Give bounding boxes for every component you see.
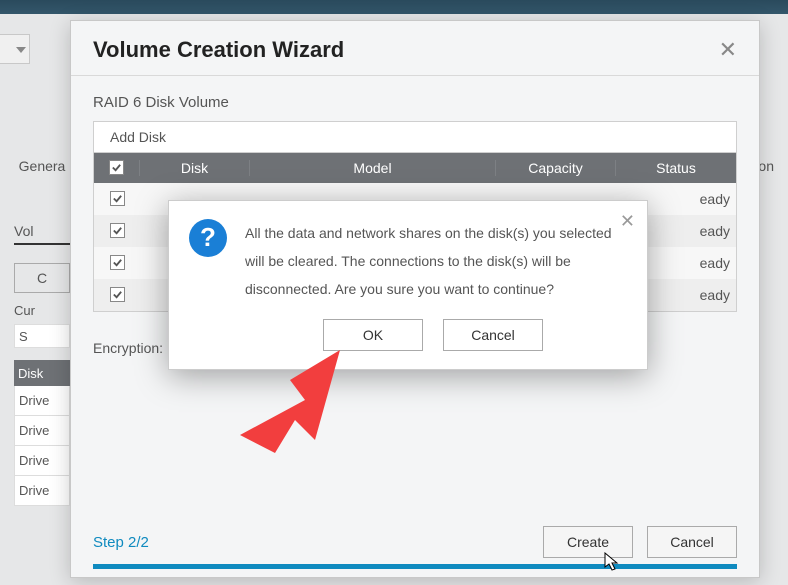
confirm-dialog: ✕ ? All the data and network shares on t… (168, 200, 648, 370)
wizard-progress-bar (93, 564, 737, 569)
header-checkbox-cell[interactable] (94, 160, 140, 176)
row-checkbox-cell[interactable] (94, 191, 140, 207)
col-status-header: Status (616, 160, 736, 176)
confirm-cancel-button[interactable]: Cancel (443, 319, 543, 351)
checkbox-icon[interactable] (110, 255, 125, 270)
row-checkbox-cell[interactable] (94, 287, 140, 303)
bg-drive-row: Drive (14, 416, 70, 446)
step-indicator: Step 2/2 (93, 534, 149, 551)
wizard-footer: Step 2/2 Create Cancel (71, 516, 759, 577)
bg-disk-header: Disk (14, 360, 70, 386)
question-icon: ? (189, 219, 227, 257)
checkbox-icon[interactable] (110, 223, 125, 238)
bg-drive-row: Drive (14, 476, 70, 506)
confirm-message: All the data and network shares on the d… (245, 219, 627, 303)
wizard-close-icon[interactable]: ✕ (719, 39, 737, 61)
bg-drive-row: Drive (14, 446, 70, 476)
row-checkbox-cell[interactable] (94, 223, 140, 239)
bg-general-label: Genera (14, 158, 70, 174)
bg-s-row: S (14, 324, 70, 348)
col-model-header: Model (250, 160, 496, 176)
wizard-title: Volume Creation Wizard (93, 37, 344, 63)
os-titlebar (0, 0, 788, 14)
checkbox-icon[interactable] (110, 191, 125, 206)
checkbox-icon[interactable] (109, 160, 124, 175)
col-disk-header: Disk (140, 160, 250, 176)
disk-table-header: Disk Model Capacity Status (94, 153, 736, 183)
add-disk-label: Add Disk (94, 122, 736, 153)
create-button[interactable]: Create (543, 526, 633, 558)
bg-c-button[interactable]: C (14, 263, 70, 293)
cancel-button[interactable]: Cancel (647, 526, 737, 558)
row-checkbox-cell[interactable] (94, 255, 140, 271)
bg-cur-label: Cur (14, 303, 70, 318)
confirm-ok-button[interactable]: OK (323, 319, 423, 351)
bg-drive-row: Drive (14, 386, 70, 416)
bg-toolbar-dropdown[interactable] (0, 34, 30, 64)
confirm-close-icon[interactable]: ✕ (620, 211, 635, 232)
bg-volume-tab[interactable]: Vol (14, 219, 70, 245)
col-capacity-header: Capacity (496, 160, 616, 176)
wizard-header: Volume Creation Wizard ✕ (71, 21, 759, 76)
checkbox-icon[interactable] (110, 287, 125, 302)
bg-left-panel: Genera Vol C Cur S Disk Drive Drive Driv… (14, 100, 70, 506)
volume-name-label: RAID 6 Disk Volume (93, 94, 737, 111)
